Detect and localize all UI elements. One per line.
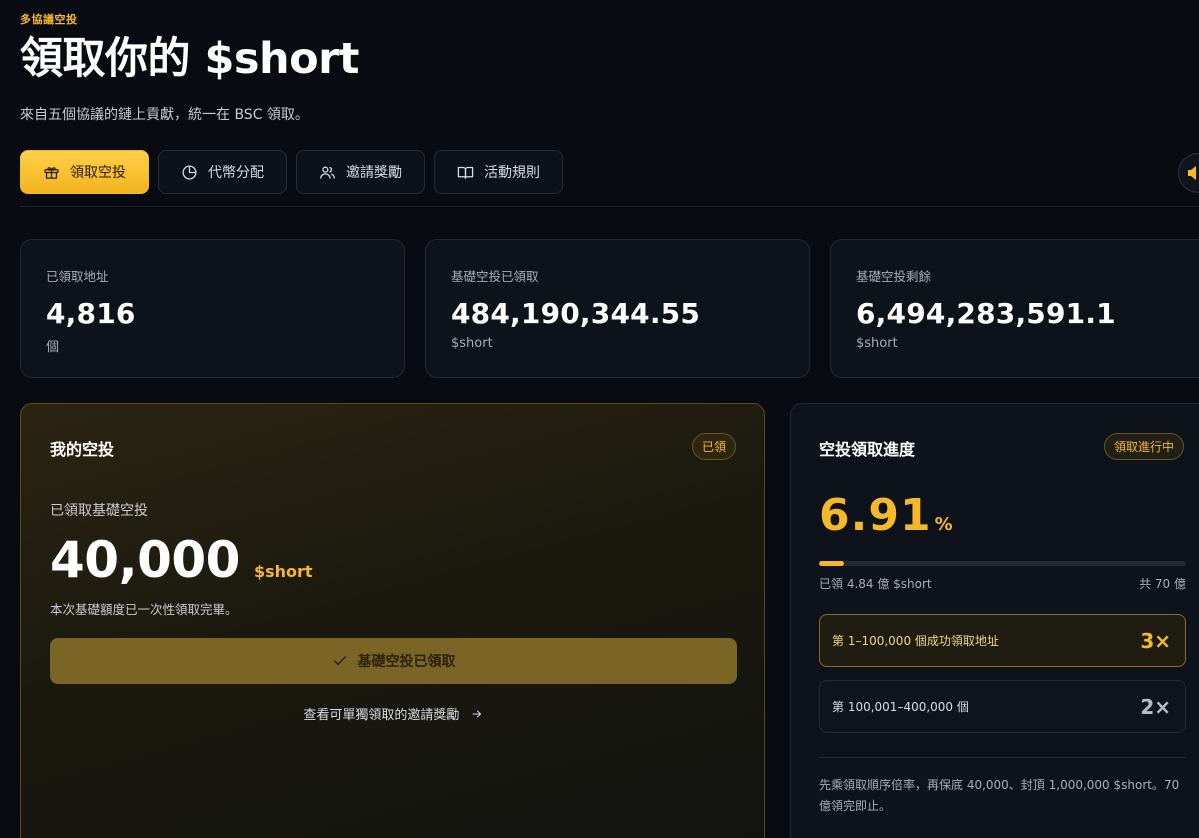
stat-label: 已領取地址: [46, 269, 109, 284]
gift-icon: [44, 166, 59, 179]
page-title: 領取你的 $short: [20, 34, 359, 84]
stat-card-claimed-addresses: 已領取地址 4,816 個: [20, 239, 405, 378]
tab-label: 領取空投: [70, 165, 126, 181]
tab-invite-rewards[interactable]: 邀請獎勵: [296, 150, 425, 194]
rules-footnote: 先乘領取順序倍率，再保底 40,000、封頂 1,000,000 $short。…: [819, 778, 1180, 813]
tier-multiplier: 2×: [1140, 694, 1171, 719]
stat-unit: 個: [46, 340, 60, 355]
page: 多協議空投 領取你的 $short 來自五個協議的鏈上貢獻，統一在 BSC 領取…: [20, 0, 1199, 838]
claimed-note: 本次基礎額度已一次性領取完畢。: [50, 602, 238, 617]
claimed-amount: 40,000 $short: [50, 531, 313, 589]
stat-value: 484,190,344.55: [451, 297, 701, 330]
button-label: 基礎空投已領取: [357, 654, 456, 670]
tier-multiplier: 3×: [1140, 628, 1171, 653]
percent-sign: %: [934, 514, 953, 535]
tab-label: 邀請獎勵: [346, 165, 402, 181]
status-badge: 領取進行中: [1104, 433, 1185, 460]
tier-row: 第 1–100,000 個成功領取地址 3×: [819, 614, 1186, 667]
stat-value: 4,816: [46, 297, 136, 330]
invite-rewards-link[interactable]: 查看可單獨領取的邀請獎勵: [21, 704, 766, 723]
claim-progress-card: 空投領取進度 領取進行中 6.91 % 已領 4.84 億 $short 共 7…: [790, 403, 1199, 838]
status-badge: 已領: [692, 433, 737, 460]
sound-toggle-button[interactable]: [1178, 153, 1199, 193]
claimed-label: 已領取基礎空投: [50, 503, 148, 519]
stat-label: 基礎空投剩餘: [856, 269, 932, 284]
amount-value: 40,000: [50, 531, 240, 589]
stat-card-base-remaining: 基礎空投剩餘 6,494,283,591.1 $short: [830, 239, 1199, 378]
tab-label: 活動規則: [484, 165, 540, 181]
total-amount-text: 共 70 億: [1139, 577, 1186, 591]
users-icon: [320, 166, 335, 179]
check-icon: [333, 656, 346, 666]
base-airdrop-claimed-button[interactable]: 基礎空投已領取: [50, 638, 737, 684]
tier-row: 第 100,001–400,000 個 2×: [819, 680, 1186, 733]
header-divider: [20, 206, 1199, 207]
tab-token-distribution[interactable]: 代幣分配: [158, 150, 287, 194]
eyebrow-label: 多協議空投: [20, 13, 78, 26]
stat-unit: $short: [451, 336, 493, 351]
link-label: 查看可單獨領取的邀請獎勵: [303, 708, 460, 723]
my-airdrop-card: 我的空投 已領 已領取基礎空投 40,000 $short 本次基礎額度已一次性…: [20, 403, 765, 838]
tab-claim-airdrop[interactable]: 領取空投: [20, 150, 149, 194]
amount-currency: $short: [253, 562, 313, 581]
tier-range: 第 1–100,000 個成功領取地址: [832, 634, 999, 648]
percent-value: 6.91: [819, 490, 932, 541]
tab-bar: 領取空投 代幣分配 邀請獎勵 活動規則: [20, 150, 563, 194]
tab-event-rules[interactable]: 活動規則: [434, 150, 563, 194]
stat-label: 基礎空投已領取: [451, 269, 539, 284]
stat-value: 6,494,283,591.1: [856, 297, 1116, 330]
speaker-icon: [1188, 166, 1196, 180]
stat-unit: $short: [856, 336, 898, 351]
book-icon: [457, 166, 474, 179]
progress-bar-fill: [819, 561, 845, 566]
card-title: 空投領取進度: [819, 440, 916, 459]
tier-range: 第 100,001–400,000 個: [832, 700, 969, 714]
claimed-amount-text: 已領 4.84 億 $short: [819, 577, 932, 591]
progress-percent: 6.91 %: [819, 490, 953, 541]
card-title: 我的空投: [50, 440, 115, 459]
page-subtitle: 來自五個協議的鏈上貢獻，統一在 BSC 領取。: [20, 107, 309, 123]
tab-label: 代幣分配: [208, 165, 264, 181]
divider: [819, 757, 1186, 758]
arrow-right-icon: [472, 710, 481, 718]
progress-bar: [819, 561, 1186, 566]
pie-chart-icon: [182, 164, 197, 180]
stat-card-base-claimed: 基礎空投已領取 484,190,344.55 $short: [425, 239, 810, 378]
